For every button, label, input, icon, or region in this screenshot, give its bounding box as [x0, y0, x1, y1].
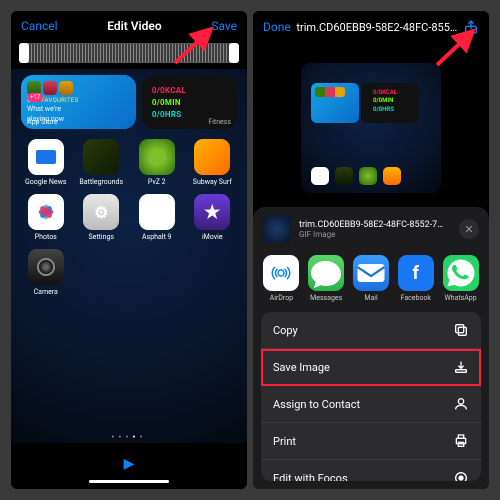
widget-line1: What we're [27, 106, 130, 114]
photos-icon [28, 194, 64, 230]
play-bar: ▶ [11, 443, 247, 480]
page-title: Edit Video [107, 19, 161, 33]
widget-fitness-label: Fitness [208, 118, 231, 126]
camera-icon [28, 249, 64, 285]
share-wa[interactable]: WhatsApp [442, 255, 479, 302]
gif-preview: 0/0KCAL 0/0MIN 0/0HRS [253, 43, 489, 213]
app-asphalt[interactable]: 9 Asphalt 9 [132, 194, 182, 241]
imovie-icon [194, 194, 230, 230]
edit-video-screen: Cancel Edit Video Save +17 OUR FAVOURITE… [11, 11, 247, 489]
share-sheet: trim.CD60EBB9-58E2-48FC-8552-7… GIF Imag… [253, 207, 489, 489]
action-print-label: Print [273, 435, 296, 448]
share-label: Mail [364, 294, 377, 302]
app-label: Asphalt 9 [142, 233, 171, 241]
app-label: PvZ 2 [148, 178, 166, 186]
app-battle[interactable]: Battlegrounds [77, 139, 127, 186]
copy-icon [453, 322, 469, 338]
app-grid: Google News Battlegrounds PvZ 2 Subway Surf… [21, 139, 237, 296]
action-focos-label: Edit with Focos [273, 472, 348, 482]
widget-appstore: +17 OUR FAVOURITES What we're playing no… [21, 75, 136, 129]
action-save-image[interactable]: Save Image [261, 349, 481, 386]
share-msg[interactable]: Messages [308, 255, 345, 302]
sheet-subtitle: GIF Image [299, 230, 451, 239]
save-button[interactable]: Save [211, 19, 237, 33]
gif-thumb-icon [263, 215, 291, 243]
share-airdrop[interactable]: AirDrop [263, 255, 300, 302]
share-label: Messages [310, 294, 342, 302]
action-print[interactable]: Print [261, 423, 481, 460]
app-label: Battlegrounds [79, 178, 123, 186]
bonus-badge: +17 [27, 93, 43, 102]
widget-appstore-label: App Store [27, 118, 58, 126]
filename-title: trim.CD60EBB9-58E2-48FC-855… [291, 21, 463, 34]
app-pvz[interactable]: PvZ 2 [132, 139, 182, 186]
home-indicator[interactable] [89, 480, 169, 483]
cancel-button[interactable]: Cancel [21, 19, 58, 33]
share-icon[interactable] [463, 19, 479, 35]
msg-icon [308, 255, 344, 291]
share-fb[interactable]: f Facebook [397, 255, 434, 302]
action-list: Copy Save Image Assign to Contact Print … [261, 312, 481, 481]
action-assign-contact[interactable]: Assign to Contact [261, 386, 481, 423]
widget-fitness: 0/0KCAL 0/0MIN 0/0HRS Fitness [142, 75, 237, 129]
app-label: iMovie [202, 233, 223, 241]
airdrop-icon [263, 255, 299, 291]
thumb-kcal: 0/0KCAL [373, 89, 415, 97]
wa-icon [443, 255, 479, 291]
asphalt-icon: 9 [139, 194, 175, 230]
app-subway[interactable]: Subway Surf [188, 139, 238, 186]
share-label: AirDrop [270, 294, 293, 302]
app-label: Settings [88, 233, 114, 241]
thumb-min: 0/0MIN [373, 97, 415, 105]
fitness-min: 0/0MIN [152, 98, 231, 107]
action-copy-label: Copy [273, 324, 298, 337]
pvz-icon [139, 139, 175, 175]
gnews-icon [28, 139, 64, 175]
app-label: Photos [35, 233, 57, 241]
share-header: Done trim.CD60EBB9-58E2-48FC-855… [253, 11, 489, 43]
share-sheet-screen: Done trim.CD60EBB9-58E2-48FC-855… 0/0KCA… [253, 11, 489, 489]
done-button[interactable]: Done [263, 20, 291, 34]
app-label: Camera [34, 288, 58, 296]
fitness-hrs: 0/0HRS [152, 110, 231, 119]
fitness-kcal: 0/0KCAL [152, 86, 231, 95]
sheet-filename: trim.CD60EBB9-58E2-48FC-8552-7… [299, 220, 451, 230]
app-settings[interactable]: ⚙︎ Settings [77, 194, 127, 241]
video-preview-homescreen: +17 OUR FAVOURITES What we're playing no… [11, 69, 247, 443]
app-label: Subway Surf [193, 178, 232, 186]
action-copy[interactable]: Copy [261, 312, 481, 349]
edit-header: Cancel Edit Video Save [11, 11, 247, 41]
action-assign-label: Assign to Contact [273, 398, 360, 411]
fb-icon: f [398, 255, 434, 291]
focos-icon [453, 470, 469, 481]
share-label: WhatsApp [444, 294, 476, 302]
thumb-hrs: 0/0HRS [373, 106, 415, 114]
app-camera[interactable]: Camera [21, 249, 71, 296]
play-button[interactable]: ▶ [124, 456, 135, 472]
mail-icon [353, 255, 389, 291]
settings-icon: ⚙︎ [83, 194, 119, 230]
subway-icon [194, 139, 230, 175]
contact-icon [453, 396, 469, 412]
app-label: Google News [25, 178, 66, 186]
close-button[interactable]: ✕ [459, 219, 479, 239]
video-trim-scrubber[interactable] [19, 43, 239, 63]
sheet-header: trim.CD60EBB9-58E2-48FC-8552-7… GIF Imag… [253, 207, 489, 251]
app-imovie[interactable]: iMovie [188, 194, 238, 241]
page-dots[interactable]: ••••• [21, 433, 237, 443]
share-mail[interactable]: Mail [353, 255, 390, 302]
app-gnews[interactable]: Google News [21, 139, 71, 186]
share-apps-row[interactable]: AirDrop Messages Mail f Facebook WhatsApp [253, 251, 489, 312]
action-save-image-label: Save Image [273, 361, 330, 374]
app-photos[interactable]: Photos [21, 194, 71, 241]
action-edit-focos[interactable]: Edit with Focos [261, 460, 481, 481]
print-icon [453, 433, 469, 449]
battle-icon [83, 139, 119, 175]
download-icon [453, 359, 469, 375]
share-label: Facebook [401, 294, 431, 302]
